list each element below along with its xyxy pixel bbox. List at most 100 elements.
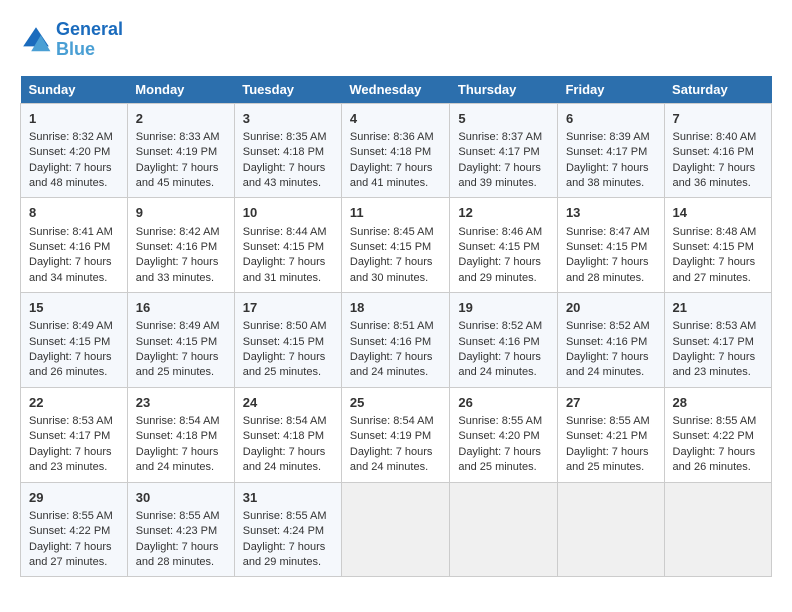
cell-line: Sunrise: 8:32 AM [29, 130, 119, 145]
cell-line: and 28 minutes. [136, 555, 226, 570]
cell-line: and 33 minutes. [136, 271, 226, 286]
cell-line: Daylight: 7 hours [673, 161, 763, 176]
day-number: 13 [566, 204, 656, 222]
day-number: 20 [566, 299, 656, 317]
day-number: 11 [350, 204, 442, 222]
cell-line: and 24 minutes. [136, 460, 226, 475]
cell-line: Daylight: 7 hours [458, 161, 549, 176]
cell-line: Daylight: 7 hours [29, 350, 119, 365]
cell-line: Daylight: 7 hours [243, 350, 333, 365]
cell-line: Sunset: 4:15 PM [243, 240, 333, 255]
cell-line: Sunrise: 8:46 AM [458, 225, 549, 240]
cell-line: Sunrise: 8:49 AM [136, 319, 226, 334]
calendar-cell: 18Sunrise: 8:51 AMSunset: 4:16 PMDayligh… [341, 293, 450, 388]
calendar-cell [557, 482, 664, 577]
logo: General Blue [20, 20, 123, 60]
day-number: 29 [29, 489, 119, 507]
calendar-cell: 6Sunrise: 8:39 AMSunset: 4:17 PMDaylight… [557, 103, 664, 198]
calendar-cell: 29Sunrise: 8:55 AMSunset: 4:22 PMDayligh… [21, 482, 128, 577]
cell-line: Sunset: 4:16 PM [29, 240, 119, 255]
cell-line: Sunset: 4:16 PM [458, 335, 549, 350]
calendar-cell: 31Sunrise: 8:55 AMSunset: 4:24 PMDayligh… [234, 482, 341, 577]
cell-line: Sunset: 4:20 PM [458, 429, 549, 444]
calendar-cell: 5Sunrise: 8:37 AMSunset: 4:17 PMDaylight… [450, 103, 558, 198]
cell-line: Daylight: 7 hours [136, 540, 226, 555]
day-header-tuesday: Tuesday [234, 76, 341, 104]
cell-line: Sunset: 4:16 PM [673, 145, 763, 160]
cell-line: Sunrise: 8:37 AM [458, 130, 549, 145]
calendar-cell: 17Sunrise: 8:50 AMSunset: 4:15 PMDayligh… [234, 293, 341, 388]
cell-line: Sunrise: 8:40 AM [673, 130, 763, 145]
calendar-cell: 16Sunrise: 8:49 AMSunset: 4:15 PMDayligh… [127, 293, 234, 388]
day-header-sunday: Sunday [21, 76, 128, 104]
cell-line: Sunrise: 8:48 AM [673, 225, 763, 240]
day-number: 25 [350, 394, 442, 412]
cell-line: Daylight: 7 hours [29, 255, 119, 270]
cell-line: Sunrise: 8:39 AM [566, 130, 656, 145]
calendar-cell: 26Sunrise: 8:55 AMSunset: 4:20 PMDayligh… [450, 387, 558, 482]
cell-line: Sunrise: 8:49 AM [29, 319, 119, 334]
cell-line: Sunrise: 8:45 AM [350, 225, 442, 240]
calendar-cell: 11Sunrise: 8:45 AMSunset: 4:15 PMDayligh… [341, 198, 450, 293]
logo-text: General Blue [56, 20, 123, 60]
cell-line: and 24 minutes. [350, 460, 442, 475]
cell-line: Daylight: 7 hours [243, 540, 333, 555]
cell-line: Sunset: 4:17 PM [566, 145, 656, 160]
calendar-cell: 30Sunrise: 8:55 AMSunset: 4:23 PMDayligh… [127, 482, 234, 577]
cell-line: Daylight: 7 hours [673, 350, 763, 365]
day-number: 8 [29, 204, 119, 222]
week-row-3: 15Sunrise: 8:49 AMSunset: 4:15 PMDayligh… [21, 293, 772, 388]
calendar-cell: 19Sunrise: 8:52 AMSunset: 4:16 PMDayligh… [450, 293, 558, 388]
cell-line: Daylight: 7 hours [458, 445, 549, 460]
cell-line: Sunrise: 8:44 AM [243, 225, 333, 240]
cell-line: and 28 minutes. [566, 271, 656, 286]
cell-line: and 26 minutes. [29, 365, 119, 380]
day-number: 4 [350, 110, 442, 128]
cell-line: and 27 minutes. [673, 271, 763, 286]
cell-line: Sunset: 4:15 PM [136, 335, 226, 350]
cell-line: and 27 minutes. [29, 555, 119, 570]
cell-line: Sunrise: 8:54 AM [350, 414, 442, 429]
cell-line: Sunrise: 8:55 AM [673, 414, 763, 429]
calendar-cell: 10Sunrise: 8:44 AMSunset: 4:15 PMDayligh… [234, 198, 341, 293]
cell-line: Daylight: 7 hours [566, 350, 656, 365]
cell-line: Sunset: 4:15 PM [566, 240, 656, 255]
day-number: 23 [136, 394, 226, 412]
cell-line: Daylight: 7 hours [350, 350, 442, 365]
cell-line: Sunrise: 8:55 AM [29, 509, 119, 524]
cell-line: Sunset: 4:23 PM [136, 524, 226, 539]
cell-line: Sunrise: 8:42 AM [136, 225, 226, 240]
cell-line: Daylight: 7 hours [136, 255, 226, 270]
cell-line: and 24 minutes. [243, 460, 333, 475]
cell-line: Sunrise: 8:33 AM [136, 130, 226, 145]
day-number: 3 [243, 110, 333, 128]
calendar-cell [341, 482, 450, 577]
calendar-cell: 2Sunrise: 8:33 AMSunset: 4:19 PMDaylight… [127, 103, 234, 198]
cell-line: and 38 minutes. [566, 176, 656, 191]
cell-line: Sunset: 4:20 PM [29, 145, 119, 160]
cell-line: Daylight: 7 hours [136, 161, 226, 176]
cell-line: Sunrise: 8:52 AM [566, 319, 656, 334]
cell-line: Sunset: 4:15 PM [458, 240, 549, 255]
day-number: 15 [29, 299, 119, 317]
cell-line: and 25 minutes. [243, 365, 333, 380]
day-number: 6 [566, 110, 656, 128]
cell-line: Sunrise: 8:55 AM [566, 414, 656, 429]
cell-line: Sunset: 4:15 PM [243, 335, 333, 350]
cell-line: and 23 minutes. [29, 460, 119, 475]
cell-line: and 48 minutes. [29, 176, 119, 191]
day-header-monday: Monday [127, 76, 234, 104]
calendar-cell: 25Sunrise: 8:54 AMSunset: 4:19 PMDayligh… [341, 387, 450, 482]
day-number: 17 [243, 299, 333, 317]
calendar-table: SundayMondayTuesdayWednesdayThursdayFrid… [20, 76, 772, 578]
day-number: 21 [673, 299, 763, 317]
day-number: 24 [243, 394, 333, 412]
cell-line: and 41 minutes. [350, 176, 442, 191]
cell-line: Sunrise: 8:47 AM [566, 225, 656, 240]
cell-line: Sunset: 4:15 PM [673, 240, 763, 255]
cell-line: Sunset: 4:24 PM [243, 524, 333, 539]
calendar-cell [450, 482, 558, 577]
cell-line: and 36 minutes. [673, 176, 763, 191]
cell-line: Sunrise: 8:35 AM [243, 130, 333, 145]
cell-line: and 25 minutes. [566, 460, 656, 475]
